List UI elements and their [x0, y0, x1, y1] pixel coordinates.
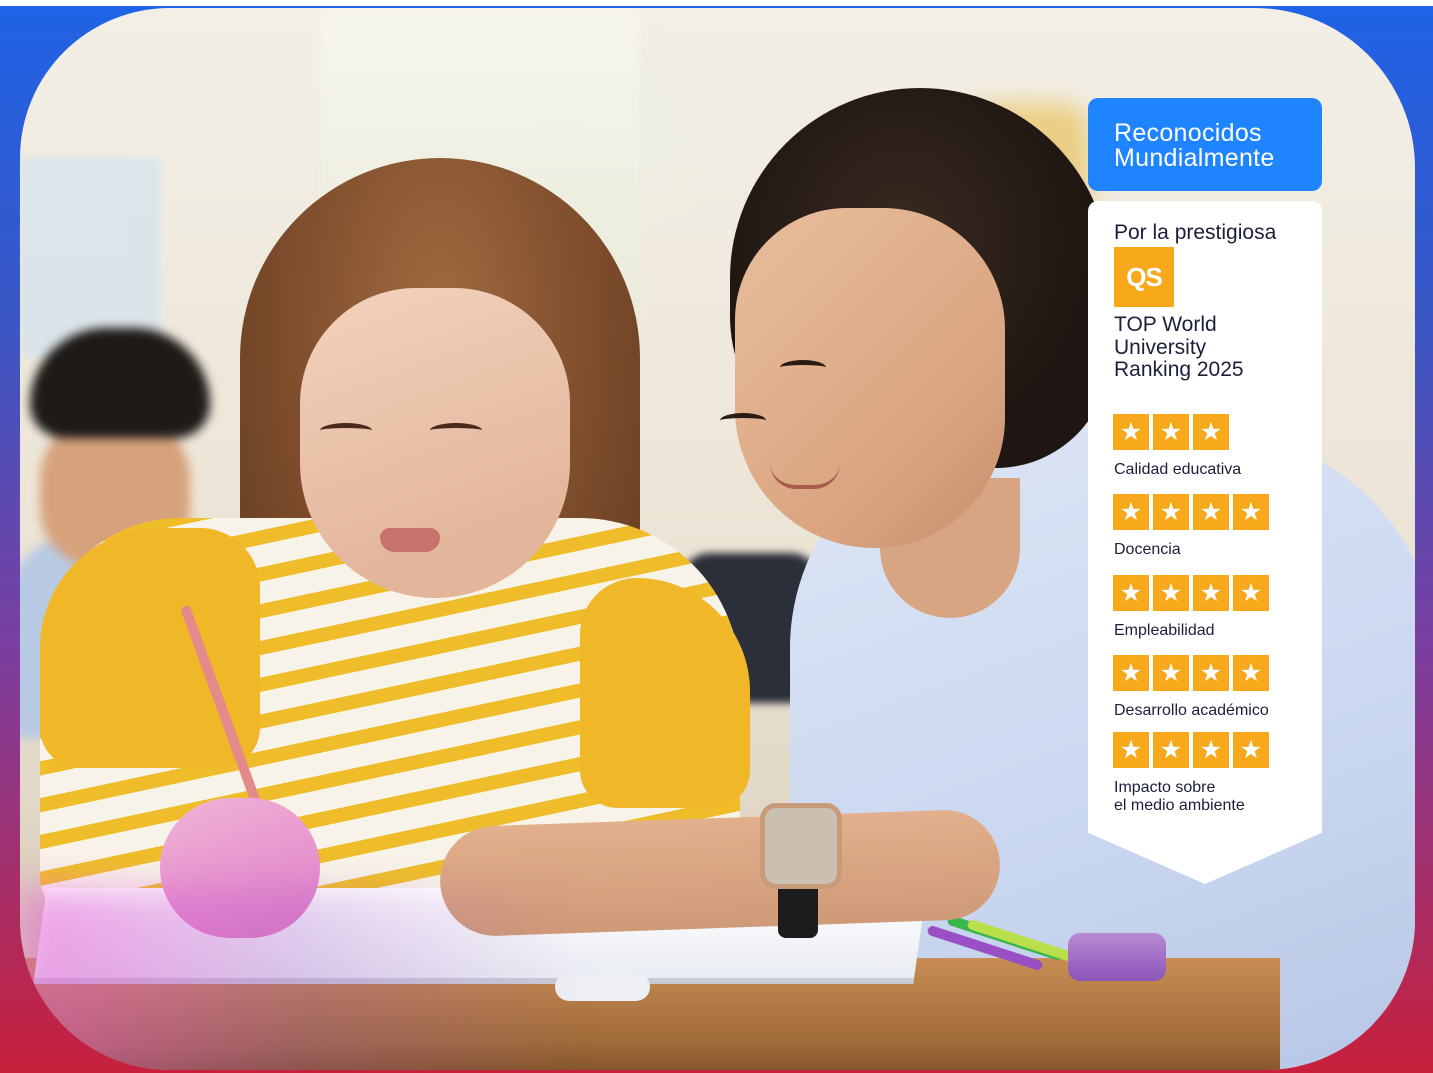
- star-rating: ★ ★ ★ ★: [1113, 655, 1269, 691]
- qs-logo: QS: [1114, 247, 1174, 307]
- background-student-hair: [30, 328, 210, 438]
- star-icon: ★: [1193, 655, 1229, 691]
- watch-face: [760, 803, 842, 889]
- teacher-eye: [720, 413, 766, 428]
- criterion-label-line: el medio ambiente: [1114, 797, 1245, 814]
- student-mouth: [380, 528, 440, 552]
- ranking-line: TOP World: [1114, 313, 1217, 336]
- star-icon: ★: [1113, 414, 1149, 450]
- criterion-label-line: Impacto sobre: [1114, 779, 1216, 796]
- teacher-eye: [780, 360, 826, 375]
- star-rating: ★ ★ ★ ★: [1113, 494, 1269, 530]
- star-icon: ★: [1153, 655, 1189, 691]
- star-icon: ★: [1193, 414, 1229, 450]
- star-icon: ★: [1233, 732, 1269, 768]
- star-icon: ★: [1193, 575, 1229, 611]
- criterion-label: Docencia: [1114, 541, 1304, 559]
- ranking-line: Ranking 2025: [1114, 358, 1244, 381]
- star-icon: ★: [1233, 655, 1269, 691]
- criterion-label: Empleabilidad: [1114, 622, 1304, 640]
- ribbon-intro: Por la prestigiosa: [1114, 221, 1277, 244]
- color-wash: [20, 888, 580, 1070]
- criterion-label: Impacto sobre el medio ambiente: [1114, 779, 1304, 815]
- ranking-line: University: [1114, 335, 1207, 359]
- ranking-title: TOP World University Ranking 2025: [1114, 313, 1304, 382]
- teacher-face: [735, 208, 1005, 548]
- star-icon: ★: [1193, 732, 1229, 768]
- star-icon: ★: [1193, 494, 1229, 530]
- star-rating: ★ ★ ★: [1113, 414, 1229, 450]
- student-eye: [430, 423, 482, 438]
- markers: [925, 914, 1084, 983]
- star-rating: ★ ★ ★ ★: [1113, 732, 1269, 768]
- star-icon: ★: [1153, 494, 1189, 530]
- star-icon: ★: [1113, 732, 1149, 768]
- sharpener: [1068, 933, 1166, 981]
- student-eye: [320, 423, 372, 438]
- star-rating: ★ ★ ★ ★: [1113, 575, 1269, 611]
- star-icon: ★: [1233, 494, 1269, 530]
- star-icon: ★: [1153, 575, 1189, 611]
- badge-header-line2: Mundialmente: [1114, 144, 1275, 172]
- star-icon: ★: [1153, 732, 1189, 768]
- criterion-label-line: Empleabilidad: [1114, 622, 1215, 639]
- criterion-label: Desarrollo académico: [1114, 702, 1304, 720]
- star-icon: ★: [1113, 655, 1149, 691]
- criterion-label: Calidad educativa: [1114, 461, 1304, 479]
- star-icon: ★: [1153, 414, 1189, 450]
- star-icon: ★: [1233, 575, 1269, 611]
- star-icon: ★: [1113, 494, 1149, 530]
- badge-header: Reconocidos Mundialmente: [1088, 98, 1322, 191]
- student-face: [300, 288, 570, 598]
- criterion-label-line: Desarrollo académico: [1114, 702, 1269, 719]
- criterion-label-line: Calidad educativa: [1114, 461, 1242, 478]
- badge-header-line1: Reconocidos: [1114, 119, 1262, 147]
- criterion-label-line: Docencia: [1114, 541, 1181, 558]
- star-icon: ★: [1113, 575, 1149, 611]
